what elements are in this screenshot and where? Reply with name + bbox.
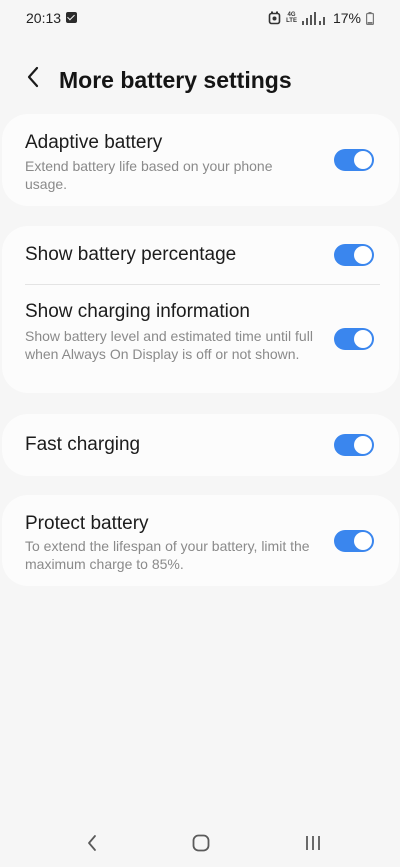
navigation-bar [0, 820, 400, 867]
toggle-knob [354, 532, 372, 550]
nav-recents-icon [304, 834, 322, 857]
network-type-bottom: LTE [286, 18, 297, 24]
nav-back-button[interactable] [72, 830, 112, 860]
toggle-knob [354, 436, 372, 454]
battery-display-card: Show battery percentage Show charging in… [2, 226, 399, 393]
show-battery-percentage-row[interactable]: Show battery percentage [2, 226, 399, 284]
status-bar: 20:13 4G LTE 17% [0, 0, 400, 36]
show-charging-information-title: Show charging information [25, 301, 250, 322]
fast-charging-card: Fast charging [2, 414, 399, 476]
adaptive-battery-card: Adaptive battery Extend battery life bas… [2, 114, 399, 206]
nav-home-icon [192, 834, 210, 857]
protect-battery-title: Protect battery [25, 513, 149, 534]
toggle-knob [354, 151, 372, 169]
show-charging-information-row[interactable]: Show charging information Show battery l… [2, 285, 399, 393]
show-charging-information-toggle[interactable] [334, 328, 374, 350]
network-type-icon: 4G LTE [286, 12, 297, 24]
protect-battery-card: Protect battery To extend the lifespan o… [2, 495, 399, 586]
nav-recents-button[interactable] [293, 830, 333, 860]
status-time: 20:13 [26, 10, 62, 26]
battery-percent-text: 17% [332, 10, 361, 26]
adaptive-battery-subtitle: Extend battery life based on your phone … [25, 158, 273, 192]
toggle-knob [354, 330, 372, 348]
back-arrow-icon [26, 66, 40, 93]
alarm-icon [268, 11, 281, 25]
toggle-knob [354, 246, 372, 264]
status-icons: 4G LTE 17% [268, 9, 374, 27]
fast-charging-toggle[interactable] [334, 434, 374, 456]
page-title: More battery settings [59, 67, 292, 93]
adaptive-battery-row[interactable]: Adaptive battery Extend battery life bas… [2, 114, 399, 206]
header: More battery settings [0, 58, 400, 104]
show-battery-percentage-title: Show battery percentage [25, 244, 237, 265]
nav-back-icon [86, 834, 98, 857]
protect-battery-row[interactable]: Protect battery To extend the lifespan o… [2, 495, 399, 586]
battery-icon [366, 11, 374, 25]
show-battery-percentage-toggle[interactable] [334, 244, 374, 266]
adaptive-battery-title: Adaptive battery [25, 132, 163, 153]
fast-charging-title: Fast charging [25, 434, 141, 455]
back-button[interactable] [18, 64, 48, 94]
nav-home-button[interactable] [181, 830, 221, 860]
show-charging-information-subtitle: Show battery level and estimated time un… [25, 328, 313, 362]
fast-charging-row[interactable]: Fast charging [2, 414, 399, 476]
protect-battery-subtitle: To extend the lifespan of your battery, … [25, 538, 310, 572]
screen: 20:13 4G LTE 17% More battery settings A… [0, 0, 400, 867]
notification-check-icon [66, 12, 77, 23]
adaptive-battery-toggle[interactable] [334, 149, 374, 171]
protect-battery-toggle[interactable] [334, 530, 374, 552]
signal-icon [301, 11, 328, 25]
